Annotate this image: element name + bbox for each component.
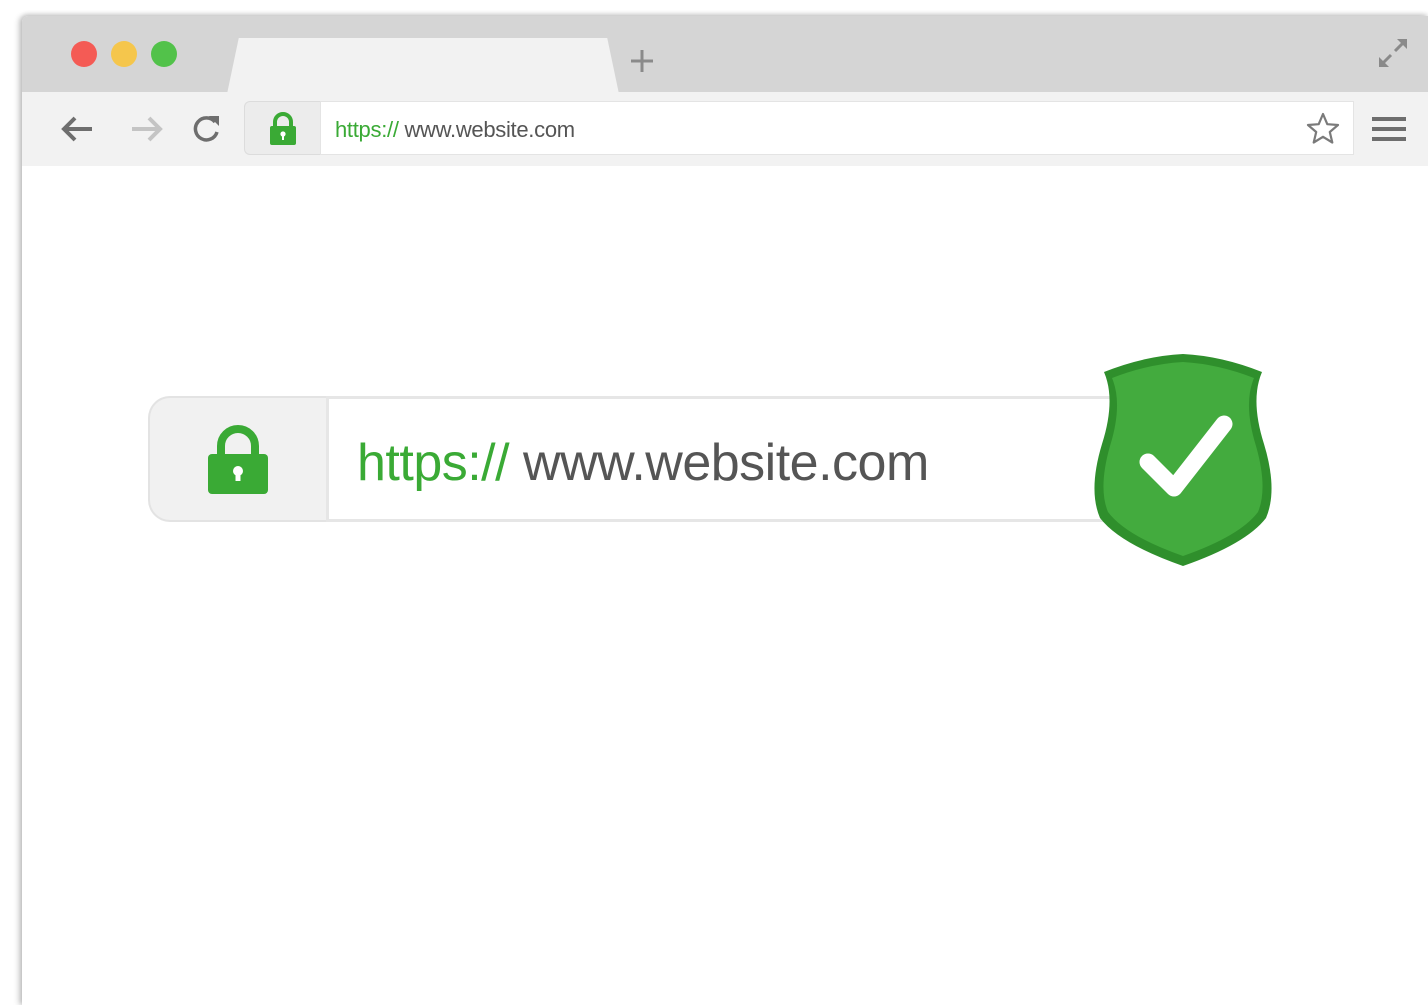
star-icon[interactable] xyxy=(1305,111,1341,147)
arrow-left-icon[interactable] xyxy=(58,110,96,148)
illustration-url-scheme: https:// xyxy=(357,434,510,492)
site-security-indicator[interactable] xyxy=(244,101,320,155)
lock-icon xyxy=(270,112,296,145)
plus-icon[interactable] xyxy=(627,46,657,76)
expand-arrows-icon[interactable] xyxy=(1376,36,1410,70)
shield-check-icon xyxy=(1094,354,1272,566)
illustration-lock-box xyxy=(148,396,326,522)
illustration-url-field: https:// www.website.com xyxy=(326,396,1148,522)
illustration-url-host: www.website.com xyxy=(509,434,929,492)
browser-toolbar: https:// www.website.com xyxy=(22,92,1428,166)
url-host: www.website.com xyxy=(398,117,575,142)
secure-url-illustration: https:// www.website.com xyxy=(148,396,1148,522)
illustration-url: https:// www.website.com xyxy=(357,433,929,493)
url-scheme: https:// xyxy=(335,117,399,142)
tab-active[interactable] xyxy=(227,38,619,94)
hamburger-menu-icon[interactable] xyxy=(1370,110,1408,148)
lock-icon xyxy=(208,425,268,494)
minimize-window-button[interactable] xyxy=(111,41,137,67)
address-bar[interactable]: https:// www.website.com xyxy=(320,101,1354,155)
reload-icon[interactable] xyxy=(187,110,225,148)
tab-strip xyxy=(22,16,1428,94)
close-window-button[interactable] xyxy=(71,41,97,67)
arrow-right-icon[interactable] xyxy=(128,110,166,148)
maximize-window-button[interactable] xyxy=(151,41,177,67)
address-bar-url: https:// www.website.com xyxy=(335,117,575,143)
